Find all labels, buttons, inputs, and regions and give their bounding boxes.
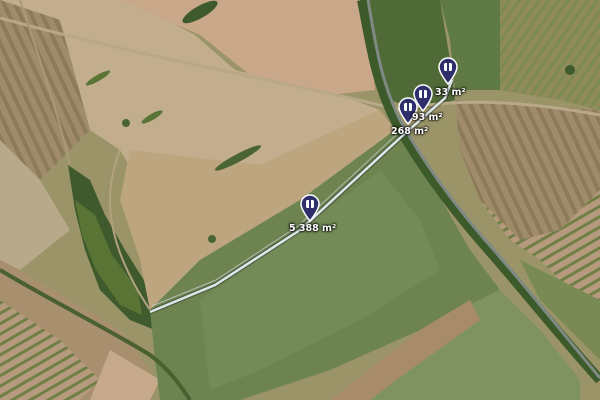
parcel-area-label-3: 93 m² bbox=[412, 112, 443, 123]
parcel-area-label-2: 268 m² bbox=[391, 126, 429, 137]
parcel-pin-icon bbox=[300, 194, 320, 222]
parcel-area-label-4: 33 m² bbox=[435, 87, 466, 98]
parcel-marker-1[interactable] bbox=[299, 194, 321, 222]
map-canvas[interactable]: 5 388 m² 268 m² 93 m² 33 m² bbox=[0, 0, 600, 400]
parcel-area-label-1: 5 388 m² bbox=[289, 223, 337, 234]
parcel-pin-icon bbox=[413, 84, 433, 112]
parcel-pin-icon bbox=[438, 57, 458, 85]
parcel-marker-3[interactable] bbox=[412, 84, 434, 112]
parcel-marker-4[interactable] bbox=[437, 57, 459, 85]
